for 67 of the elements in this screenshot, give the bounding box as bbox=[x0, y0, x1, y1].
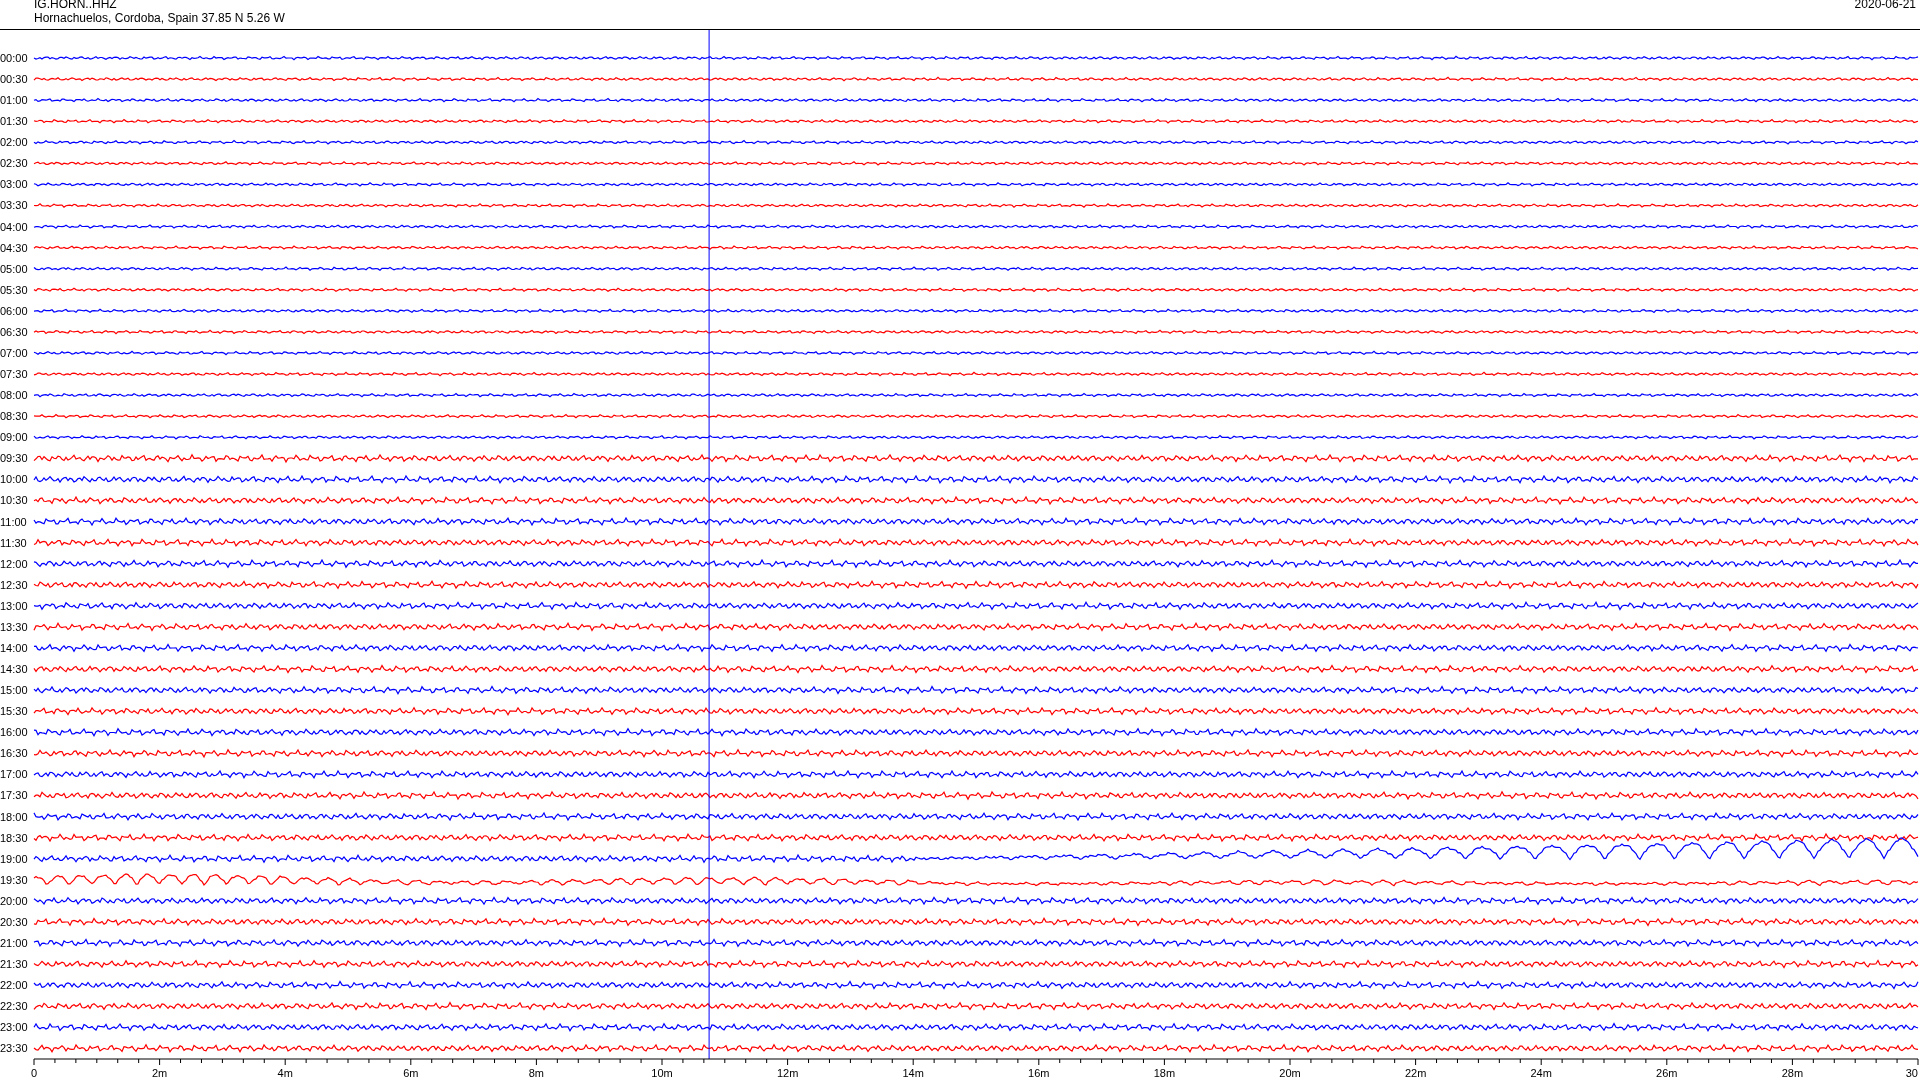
hour-label: 10:30 bbox=[0, 494, 28, 507]
axis-tick-label: 10m bbox=[651, 1067, 673, 1079]
hour-label: 16:30 bbox=[0, 747, 28, 760]
hour-label: 06:00 bbox=[0, 304, 28, 317]
hour-label: 21:00 bbox=[0, 936, 28, 949]
hour-label: 20:00 bbox=[0, 894, 28, 907]
hour-label: 15:00 bbox=[0, 684, 28, 697]
hour-label: 21:30 bbox=[0, 958, 28, 970]
hour-label: 05:30 bbox=[0, 283, 28, 296]
hour-label: 05:00 bbox=[0, 262, 28, 275]
hour-label: 04:30 bbox=[0, 241, 28, 254]
hour-label: 03:30 bbox=[0, 199, 28, 212]
hour-label: 02:00 bbox=[0, 136, 28, 149]
axis-tick-label: 16m bbox=[1028, 1067, 1050, 1079]
axis-tick-label: 22m bbox=[1404, 1067, 1427, 1079]
axis-tick-label: 0 bbox=[30, 1067, 38, 1079]
hour-label: 14:00 bbox=[0, 641, 28, 654]
hour-label: 00:30 bbox=[0, 73, 28, 86]
hour-label: 17:30 bbox=[0, 789, 28, 802]
hour-label: 07:00 bbox=[0, 347, 28, 359]
hour-label: 16:00 bbox=[0, 726, 28, 739]
axis-tick-label: 18m bbox=[1153, 1067, 1176, 1079]
hour-label: 23:30 bbox=[0, 1042, 28, 1055]
hour-label: 01:30 bbox=[0, 115, 28, 128]
hour-label: 20:30 bbox=[0, 915, 28, 928]
axis-tick-label: 6m bbox=[403, 1067, 419, 1079]
hour-label: 23:00 bbox=[0, 1021, 28, 1034]
axis-tick-label: 26m bbox=[1656, 1067, 1678, 1079]
hour-label: 04:00 bbox=[0, 220, 28, 233]
hour-label: 13:30 bbox=[0, 620, 28, 633]
station-location: Hornachuelos, Cordoba, Spain 37.85 N 5.26 W bbox=[34, 11, 285, 25]
hour-label: 14:30 bbox=[0, 663, 28, 676]
axis-tick-label: 30 bbox=[1905, 1067, 1918, 1079]
hour-label: 12:30 bbox=[0, 578, 28, 591]
hour-label: 11:00 bbox=[0, 515, 27, 528]
hour-label: 01:00 bbox=[0, 94, 28, 107]
hour-label: 22:30 bbox=[0, 1000, 28, 1013]
hour-label: 00:00 bbox=[0, 52, 28, 64]
station-code: IG.HORN..HHZ bbox=[34, 0, 118, 11]
axis-tick-label: 14m bbox=[902, 1067, 924, 1079]
hour-label: 13:00 bbox=[0, 599, 28, 612]
hour-label: 07:30 bbox=[0, 368, 28, 381]
hour-label: 11:30 bbox=[0, 536, 27, 549]
axis-tick-label: 2m bbox=[151, 1067, 168, 1079]
hour-label: 19:30 bbox=[0, 873, 28, 886]
hour-label: 09:30 bbox=[0, 452, 28, 465]
hour-label: 18:00 bbox=[0, 810, 28, 823]
hour-label: 09:00 bbox=[0, 431, 28, 444]
axis-tick-label: 28m bbox=[1781, 1067, 1804, 1079]
hour-label: 17:00 bbox=[0, 768, 28, 781]
hour-label: 08:30 bbox=[0, 410, 28, 423]
axis-tick-label: 12m bbox=[776, 1067, 799, 1079]
hour-label: 18:30 bbox=[0, 831, 28, 844]
hour-label: 06:30 bbox=[0, 325, 28, 338]
axis-tick-label: 8m bbox=[528, 1067, 545, 1079]
axis-tick-label: 4m bbox=[277, 1067, 293, 1079]
hour-label: 03:00 bbox=[0, 178, 28, 191]
hour-label: 12:00 bbox=[0, 557, 28, 570]
hour-label: 08:00 bbox=[0, 389, 28, 402]
plot-date: 2020-06-21 bbox=[1854, 0, 1916, 13]
hour-label: 10:00 bbox=[0, 473, 28, 486]
hour-label: 02:30 bbox=[0, 157, 28, 170]
axis-tick-label: 20m bbox=[1279, 1067, 1301, 1079]
axis-tick-label: 24m bbox=[1530, 1067, 1552, 1079]
hour-label: 22:00 bbox=[0, 979, 28, 992]
hour-label: 15:30 bbox=[0, 705, 28, 718]
hour-label: 19:00 bbox=[0, 852, 28, 865]
